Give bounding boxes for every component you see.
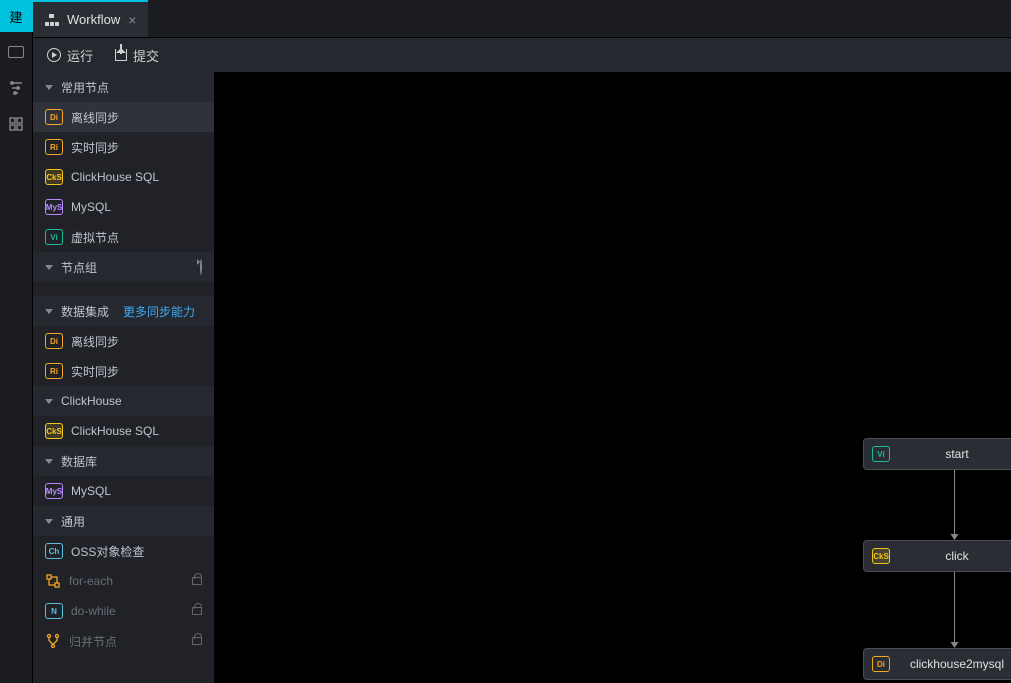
sidebar-item[interactable]: Di 离线同步 bbox=[33, 326, 214, 356]
sidebar-item[interactable]: Ndo-while bbox=[33, 596, 214, 626]
sidebar-item[interactable]: Ri 实时同步 bbox=[33, 356, 214, 386]
group-label: 通用 bbox=[61, 513, 85, 530]
run-button[interactable]: 运行 bbox=[47, 46, 93, 65]
sidebar-item[interactable]: CkS ClickHouse SQL bbox=[33, 416, 214, 446]
submit-button[interactable]: 提交 bbox=[115, 46, 159, 65]
edge-line bbox=[954, 470, 955, 535]
tab-workflow[interactable]: Workflow × bbox=[33, 0, 148, 37]
sidebar-item-label: 归并节点 bbox=[69, 633, 117, 650]
group-label: 数据库 bbox=[61, 453, 97, 470]
lock-icon bbox=[192, 637, 202, 645]
sitemap-icon bbox=[45, 14, 59, 26]
sidebar-item[interactable]: CkS ClickHouse SQL bbox=[33, 162, 214, 192]
tab-label: Workflow bbox=[67, 12, 120, 27]
edge-arrow-icon bbox=[951, 534, 959, 540]
node-badge-vi: Vi bbox=[45, 229, 63, 245]
flow-node-click[interactable]: CkSclick bbox=[863, 540, 1011, 572]
run-label: 运行 bbox=[67, 46, 93, 65]
group-header-common[interactable]: 常用节点 bbox=[33, 72, 214, 102]
node-sidebar: 常用节点 Di 离线同步 Ri 实时同步 CkS ClickHouse SQL MyS MySQ… bbox=[33, 72, 214, 683]
flow-node-label: start bbox=[878, 447, 1011, 461]
flow-node-label: clickhouse2mysql bbox=[878, 657, 1011, 671]
lock-icon bbox=[192, 607, 202, 615]
sidebar-item[interactable]: for-each bbox=[33, 566, 214, 596]
group-header-clickhouse[interactable]: ClickHouse bbox=[33, 386, 214, 416]
edge-arrow-icon bbox=[951, 642, 959, 648]
flow-node-clickhouse2mysql[interactable]: Diclickhouse2mysql bbox=[863, 648, 1011, 680]
node-badge-cks: CkS bbox=[45, 423, 63, 439]
chevron-down-icon bbox=[45, 399, 53, 404]
sidebar-item[interactable]: Vi 虚拟节点 bbox=[33, 222, 214, 252]
refresh-icon[interactable] bbox=[200, 260, 202, 274]
chevron-down-icon bbox=[45, 459, 53, 464]
sidebar-item-label: 离线同步 bbox=[71, 333, 119, 350]
upload-icon bbox=[115, 49, 127, 61]
group-header-database[interactable]: 数据库 bbox=[33, 446, 214, 476]
edge-line bbox=[954, 572, 955, 643]
sidebar-item-label: MySQL bbox=[71, 200, 111, 214]
node-badge-cks: CkS bbox=[45, 169, 63, 185]
tab-bar: Workflow × bbox=[33, 0, 1011, 38]
sidebar-item[interactable]: Ch OSS对象检查 bbox=[33, 536, 214, 566]
chevron-down-icon bbox=[45, 265, 53, 270]
lock-icon bbox=[192, 577, 202, 585]
sidebar-item[interactable]: Di 离线同步 bbox=[33, 102, 214, 132]
node-badge-di: Di bbox=[45, 333, 63, 349]
group-header-dataint[interactable]: 数据集成更多同步能力 bbox=[33, 296, 214, 326]
node-badge-ri: Ri bbox=[45, 363, 63, 379]
sidebar-item-label: do-while bbox=[71, 604, 116, 618]
merge-icon bbox=[45, 633, 61, 649]
sidebar-item-label: MySQL bbox=[71, 484, 111, 498]
node-badge-di: Di bbox=[45, 109, 63, 125]
chevron-down-icon bbox=[45, 519, 53, 524]
toolbar: 运行 提交 bbox=[33, 38, 1011, 72]
left-strip: 建 bbox=[0, 0, 33, 683]
sidebar-item-label: 离线同步 bbox=[71, 109, 119, 126]
node-badge-ri: Ri bbox=[45, 139, 63, 155]
create-button[interactable]: 建 bbox=[0, 0, 33, 32]
play-icon bbox=[47, 48, 61, 62]
sidebar-item-label: 虚拟节点 bbox=[71, 229, 119, 246]
workflow-canvas[interactable]: Vistart CkSclick Diclickhouse2mysql bbox=[214, 72, 1011, 683]
sidebar-item-label: ClickHouse SQL bbox=[71, 424, 159, 438]
foreach-icon bbox=[45, 573, 61, 589]
sidebar-item[interactable]: 归并节点 bbox=[33, 626, 214, 656]
flow-node-start[interactable]: Vistart bbox=[863, 438, 1011, 470]
filter-icon[interactable] bbox=[0, 72, 33, 104]
chevron-down-icon bbox=[45, 309, 53, 314]
chevron-down-icon bbox=[45, 85, 53, 90]
group-label: 节点组 bbox=[61, 259, 97, 276]
node-badge-mys: MyS bbox=[45, 199, 63, 215]
group-link[interactable]: 更多同步能力 bbox=[123, 303, 195, 320]
node-badge-n: N bbox=[45, 603, 63, 619]
sidebar-item-label: 实时同步 bbox=[71, 139, 119, 156]
sidebar-item-label: ClickHouse SQL bbox=[71, 170, 159, 184]
sidebar-item-label: OSS对象检查 bbox=[71, 543, 144, 560]
grid-icon[interactable] bbox=[0, 108, 33, 140]
node-badge-ch: Ch bbox=[45, 543, 63, 559]
group-header-general[interactable]: 通用 bbox=[33, 506, 214, 536]
group-label: 数据集成 bbox=[61, 303, 109, 320]
group-label: 常用节点 bbox=[61, 79, 109, 96]
list-icon[interactable] bbox=[0, 36, 33, 68]
sidebar-item[interactable]: Ri 实时同步 bbox=[33, 132, 214, 162]
flow-node-label: click bbox=[878, 549, 1011, 563]
group-label: ClickHouse bbox=[61, 394, 122, 408]
sidebar-item-label: 实时同步 bbox=[71, 363, 119, 380]
sidebar-item[interactable]: MyS MySQL bbox=[33, 192, 214, 222]
sidebar-item[interactable]: MyS MySQL bbox=[33, 476, 214, 506]
node-badge-mys: MyS bbox=[45, 483, 63, 499]
close-icon[interactable]: × bbox=[128, 12, 136, 28]
submit-label: 提交 bbox=[133, 46, 159, 65]
group-header-nodegroup[interactable]: 节点组 bbox=[33, 252, 214, 282]
sidebar-item-label: for-each bbox=[69, 574, 113, 588]
